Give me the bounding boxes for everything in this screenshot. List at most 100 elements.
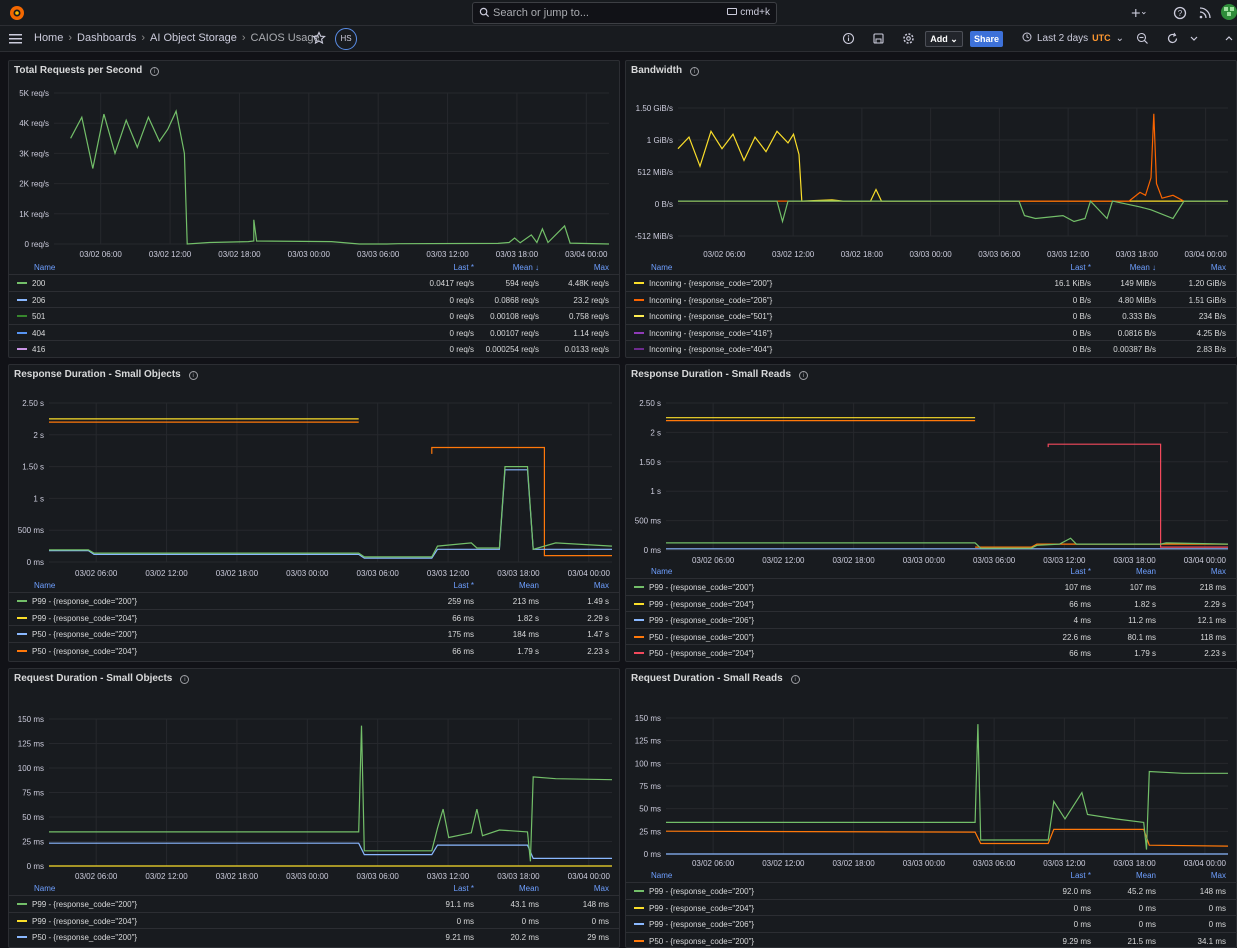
menu-icon[interactable] [9,33,23,45]
chart-area[interactable]: 2.50 s 2 s 1.50 s 1 s 500 ms 0 ms 03/02 06:00 0… [626,365,1236,565]
legend-last-value: 66 ms [1069,649,1091,658]
series-line [678,113,1228,202]
legend-header-mean[interactable]: Mean [519,581,539,590]
legend-header-last[interactable]: Last * [454,263,474,272]
add-button[interactable]: Add ⌄ [925,31,963,47]
save-icon[interactable] [872,32,885,45]
legend-header-max[interactable]: Max [594,263,609,272]
legend-header-name[interactable]: Name [34,263,55,272]
panel-request-duration-small-objects[interactable]: Request Duration - Small Objects i 150 ms 1… [8,668,620,948]
legend-header-name[interactable]: Name [34,884,55,893]
legend-row[interactable]: P99 - {response_code="204"} 66 ms 1.82 s 2.… [9,608,619,626]
legend-row[interactable]: P50 - {response_code="200"} 175 ms 184 ms 1… [9,625,619,642]
settings-gear-icon[interactable] [902,32,915,45]
legend-header-last[interactable]: Last * [454,884,474,893]
legend-header-name[interactable]: Name [651,567,672,576]
star-icon[interactable] [312,31,326,45]
plus-icon[interactable] [1131,5,1147,21]
legend-row[interactable]: P99 - {response_code="204"} 0 ms 0 ms 0 ms [626,898,1236,916]
legend-row[interactable]: Incoming - {response_code="416"} 0 B/s 0.0… [626,323,1236,341]
chart-area[interactable]: 2.50 s 2 s 1.50 s 1 s 500 ms 0 ms 03/02 06:00 0… [9,365,619,579]
legend-header-name[interactable]: Name [651,263,672,272]
refresh-icon[interactable] [1166,32,1179,45]
legend-header-max[interactable]: Max [1211,263,1226,272]
chart-area[interactable]: 150 ms 125 ms 100 ms 75 ms 50 ms 25 ms 0 ms 03/… [9,669,619,882]
legend-header-mean[interactable]: Mean ↓ [1130,263,1156,272]
legend-header-mean[interactable]: Mean [1136,567,1156,576]
legend-row[interactable]: P50 - {response_code="200"} 9.29 ms 21.5 m… [626,931,1236,948]
panel-response-duration-small-reads[interactable]: Response Duration - Small Reads i 2.50 s2 … [625,364,1237,662]
legend-series-name: 404 [17,329,45,338]
legend-row[interactable]: 200 0.0417 req/s 594 req/s 4.48K req/s [9,274,619,291]
legend-row[interactable]: 206 0 req/s 0.0868 req/s 23.2 req/s [9,290,619,308]
info-icon[interactable] [842,32,855,45]
legend-mean-value: 45.2 ms [1127,887,1156,896]
legend-series-label: P50 - {response_code="200"} [649,936,755,946]
legend-row[interactable]: P50 - {response_code="204"} 66 ms 1.79 s 2.… [9,641,619,659]
legend-swatch [17,616,27,619]
legend-row[interactable]: P99 - {response_code="204"} 0 ms 0 ms 0 ms [9,911,619,929]
breadcrumb-dashboards[interactable]: Dashboards [77,32,136,44]
legend-row[interactable]: P99 - {response_code="200"} 107 ms 107 ms 2… [626,578,1236,595]
legend-header-max[interactable]: Max [1211,871,1226,880]
breadcrumb-folder[interactable]: AI Object Storage [150,32,237,44]
legend-last-value: 91.1 ms [445,900,474,909]
legend-swatch [17,649,27,652]
panel-response-duration-small-objects[interactable]: Response Duration - Small Objects i 2.50 s… [8,364,620,662]
legend-row[interactable]: P50 - {response_code="204"} 66 ms 1.79 s 2.… [626,644,1236,661]
time-range-picker[interactable]: Last 2 days UTC ⌄ [1022,32,1124,44]
legend-header-last[interactable]: Last * [1071,263,1091,272]
legend-row[interactable]: P99 - {response_code="206"} 4 ms 11.2 ms 12… [626,611,1236,628]
chart-area[interactable]: 5K req/s 4K req/s 3K req/s 2K req/s 1K req/s… [9,61,619,261]
user-avatar-icon[interactable] [1220,3,1237,21]
legend-swatch [634,298,644,301]
help-icon[interactable]: ? [1172,5,1188,21]
legend-row[interactable]: Incoming - {response_code="501"} 0 B/s 0.3… [626,307,1236,324]
legend-row[interactable]: Incoming - {response_code="206"} 0 B/s 4.8… [626,290,1236,308]
legend-header-max[interactable]: Max [1211,567,1226,576]
series-line [1047,443,1228,548]
rss-icon[interactable] [1197,5,1213,21]
chart-area[interactable]: 150 ms 125 ms 100 ms 75 ms 50 ms 25 ms 0 ms 03/… [626,669,1236,869]
chevron-down-icon[interactable] [1189,32,1199,45]
legend-row[interactable]: P50 - {response_code="200"} 9.21 ms 20.2 m… [9,928,619,945]
breadcrumb-home[interactable]: Home [34,32,63,44]
legend-row[interactable]: P99 - {response_code="206"} 0 ms 0 ms 0 ms [626,915,1236,932]
legend-header-max[interactable]: Max [594,884,609,893]
y-tick-label: 150 ms [635,714,661,723]
panel-total-requests[interactable]: Total Requests per Second i 5K req/s 4K req… [8,60,620,358]
legend-row[interactable]: Incoming - {response_code="200"} 16.1 KiB… [626,274,1236,291]
legend-row[interactable]: P99 - {response_code="200"} 259 ms 213 ms 1… [9,592,619,609]
chevron-up-icon[interactable] [1224,32,1234,45]
panel-bandwidth[interactable]: Bandwidth i 1.50 GiB/s 1 GiB/s 512 MiB/s 0 B/… [625,60,1237,358]
legend-header-name[interactable]: Name [34,581,55,590]
legend-header-last[interactable]: Last * [454,581,474,590]
legend-series-name: P50 - {response_code="204"} [17,647,137,656]
legend-header-last[interactable]: Last * [1071,871,1091,880]
legend-last-value: 0.0417 req/s [429,279,474,288]
legend-header-mean[interactable]: Mean [1136,871,1156,880]
zoom-out-icon[interactable] [1136,32,1149,45]
legend-header-max[interactable]: Max [594,581,609,590]
legend-row[interactable]: 416 0 req/s 0.000254 req/s 0.0133 req/s [9,340,619,357]
legend-header-last[interactable]: Last * [1071,567,1091,576]
grafana-logo-icon[interactable] [8,4,26,22]
y-tick-label: 150 ms [18,715,44,724]
legend-header-mean[interactable]: Mean [519,884,539,893]
search-input[interactable]: Search or jump to... cmd+k [472,2,777,24]
legend-row[interactable]: 501 0 req/s 0.00108 req/s 0.758 req/s [9,307,619,324]
legend-mean-value: 20.2 ms [510,933,539,942]
legend-header-name[interactable]: Name [651,871,672,880]
legend-row[interactable]: P99 - {response_code="200"} 92.0 ms 45.2 m… [626,882,1236,899]
chart-area[interactable]: 1.50 GiB/s 1 GiB/s 512 MiB/s 0 B/s -512 MiB/… [626,61,1236,261]
legend-row[interactable]: P50 - {response_code="206"}4 ms4.77 ms4.… [626,660,1236,661]
legend-row[interactable]: P99 - {response_code="200"} 91.1 ms 43.1 m… [9,895,619,912]
legend-header-mean[interactable]: Mean ↓ [513,263,539,272]
panel-request-duration-small-reads[interactable]: Request Duration - Small Reads i 150 ms 125… [625,668,1237,948]
legend-row[interactable]: Incoming - {response_code="404"} 0 B/s 0.0… [626,340,1236,357]
legend-row[interactable]: 404 0 req/s 0.00107 req/s 1.14 req/s [9,323,619,341]
legend-last-value: 66 ms [452,613,474,623]
legend-row[interactable]: P99 - {response_code="204"} 66 ms 1.82 s 2.… [626,594,1236,612]
legend-row[interactable]: P50 - {response_code="200"} 22.6 ms 80.1 m… [626,627,1236,645]
share-button[interactable]: Share [970,31,1003,47]
